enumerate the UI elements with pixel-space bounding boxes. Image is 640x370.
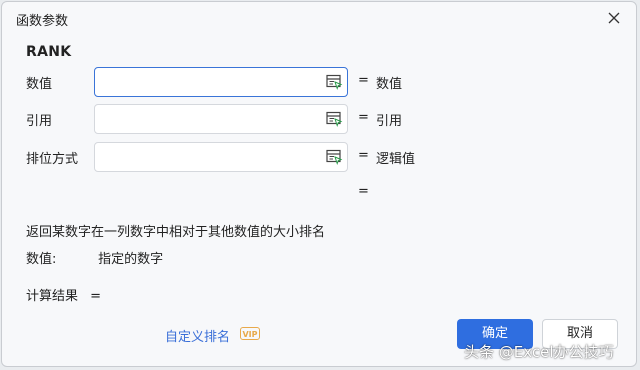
order-input[interactable]: [101, 147, 325, 169]
calc-result-label: 计算结果: [26, 289, 79, 304]
dialog-titlebar: 函数参数: [2, 2, 636, 34]
arg-row-order: 排位方式 = 逻辑值: [2, 142, 636, 172]
range-picker-icon[interactable]: [325, 73, 343, 91]
arg-label-order: 排位方式: [26, 152, 79, 167]
dialog-title: 函数参数: [16, 14, 69, 29]
arg-result-order: 逻辑值: [376, 152, 416, 167]
calc-result: 计算结果 =: [26, 285, 101, 304]
ref-input[interactable]: [101, 109, 325, 131]
equals-sign: =: [358, 73, 369, 88]
arg-result-ref: 引用: [376, 114, 403, 129]
number-input[interactable]: [101, 72, 325, 94]
arg-row-number: 数值 = 数值: [2, 67, 636, 97]
close-icon[interactable]: [604, 8, 624, 28]
range-picker-icon[interactable]: [325, 148, 343, 166]
custom-rank-link[interactable]: 自定义排名: [165, 326, 230, 345]
order-field[interactable]: [94, 142, 348, 172]
equals-sign: =: [358, 148, 369, 163]
formula-result-equals: =: [358, 184, 369, 199]
watermark: 头条 @Excel办公技巧: [464, 343, 614, 361]
function-description: 返回某数字在一列数字中相对于其他数值的大小排名: [26, 225, 326, 240]
ref-field[interactable]: [94, 104, 348, 134]
param-help-name: 数值:: [26, 252, 57, 267]
arg-result-number: 数值: [376, 77, 403, 92]
range-picker-icon[interactable]: [325, 110, 343, 128]
arg-row-ref: 引用 = 引用: [2, 104, 636, 134]
function-arguments-dialog: 函数参数 RANK 数值 = 数值 引用 = 引用 排位方式 = 逻辑值 = 返…: [1, 1, 637, 367]
arg-label-number: 数值: [26, 77, 53, 92]
function-name: RANK: [26, 44, 72, 60]
param-help-text: 指定的数字: [98, 252, 164, 267]
calc-result-equals: =: [90, 289, 102, 304]
param-help: 数值: 指定的数字: [26, 248, 163, 267]
number-field[interactable]: [94, 67, 348, 97]
arg-label-ref: 引用: [26, 114, 53, 129]
vip-badge: VIP: [240, 327, 260, 340]
equals-sign: =: [358, 110, 369, 125]
